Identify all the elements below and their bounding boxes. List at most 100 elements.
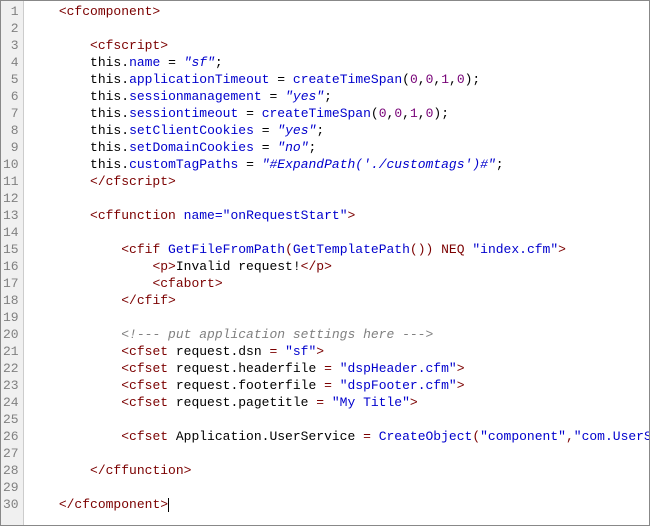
code-line: </cfscript>	[28, 173, 649, 190]
code-line: <cfcomponent>	[28, 3, 649, 20]
code-token: <cfscript>	[28, 38, 168, 53]
code-token: ;	[324, 89, 332, 104]
code-token: >	[348, 208, 356, 223]
code-token: "dspHeader.cfm"	[340, 361, 457, 376]
code-token: =	[160, 55, 183, 70]
code-token: =	[238, 157, 261, 172]
code-token: <p>	[152, 259, 175, 274]
code-line: this.sessiontimeout = createTimeSpan(0,0…	[28, 105, 649, 122]
code-token: =	[308, 395, 331, 410]
line-number: 12	[3, 190, 19, 207]
code-token: <cfabort>	[152, 276, 222, 291]
code-line: </cfif>	[28, 292, 649, 309]
code-token: <cfif	[121, 242, 168, 257]
code-token: ,	[566, 429, 574, 444]
code-token	[28, 242, 122, 257]
code-line: this.name = "sf";	[28, 54, 649, 71]
line-number: 17	[3, 275, 19, 292]
line-number: 23	[3, 377, 19, 394]
line-number: 29	[3, 479, 19, 496]
code-token: this	[90, 140, 121, 155]
code-token: Application.UserService	[176, 429, 355, 444]
code-token: <cfset	[121, 429, 176, 444]
code-token	[28, 72, 90, 87]
code-token: >	[558, 242, 566, 257]
code-line: this.customTagPaths = "#ExpandPath('./cu…	[28, 156, 649, 173]
line-number: 3	[3, 37, 19, 54]
code-token: GetTemplatePath	[293, 242, 410, 257]
code-token: .	[121, 89, 129, 104]
line-number: 21	[3, 343, 19, 360]
line-number: 14	[3, 224, 19, 241]
code-token: <cfset	[121, 361, 176, 376]
code-token: </p>	[301, 259, 332, 274]
code-token: "no"	[277, 140, 308, 155]
code-line: this.applicationTimeout = createTimeSpan…	[28, 71, 649, 88]
code-token: setDomainCookies	[129, 140, 254, 155]
code-token: (	[285, 242, 293, 257]
line-number: 30	[3, 496, 19, 513]
line-number: 26	[3, 428, 19, 445]
code-token: <!--- put application settings here --->	[121, 327, 433, 342]
code-token	[28, 344, 122, 359]
line-number: 25	[3, 411, 19, 428]
code-line: this.setDomainCookies = "no";	[28, 139, 649, 156]
line-number: 27	[3, 445, 19, 462]
code-token: >	[457, 361, 465, 376]
code-token: ,	[402, 106, 410, 121]
code-token: "My Title"	[332, 395, 410, 410]
code-token: ,	[418, 72, 426, 87]
line-number: 5	[3, 71, 19, 88]
code-token: this	[90, 72, 121, 87]
code-token	[28, 89, 90, 104]
code-line	[28, 20, 649, 37]
line-number: 1	[3, 3, 19, 20]
code-line	[28, 309, 649, 326]
code-token: ;	[215, 55, 223, 70]
code-line	[28, 479, 649, 496]
code-area[interactable]: <cfcomponent> <cfscript> this.name = "sf…	[24, 1, 649, 525]
line-number: 11	[3, 173, 19, 190]
code-token: this	[90, 106, 121, 121]
code-token: <cfset	[121, 378, 176, 393]
code-token: this	[90, 55, 121, 70]
code-token: 0	[410, 72, 418, 87]
code-token: ;	[309, 140, 317, 155]
code-token: =	[270, 72, 293, 87]
code-token: ,	[418, 106, 426, 121]
code-token	[28, 157, 90, 172]
code-token: (	[472, 429, 480, 444]
code-line: <cfset request.headerfile = "dspHeader.c…	[28, 360, 649, 377]
code-token: =	[262, 89, 285, 104]
code-token: this	[90, 123, 121, 138]
code-token: =	[262, 344, 285, 359]
code-line: this.setClientCookies = "yes";	[28, 122, 649, 139]
code-token: );	[465, 72, 481, 87]
code-line: <cfset Application.UserService = CreateO…	[28, 428, 649, 445]
line-number-gutter: 1234567891011121314151617181920212223242…	[1, 1, 24, 525]
code-token: (	[402, 72, 410, 87]
line-number: 6	[3, 88, 19, 105]
code-token	[28, 497, 59, 512]
line-number: 28	[3, 462, 19, 479]
code-token	[28, 208, 90, 223]
line-number: 2	[3, 20, 19, 37]
code-token: 1	[410, 106, 418, 121]
code-token: ()) NEQ	[410, 242, 472, 257]
code-token: <cfset	[121, 344, 176, 359]
code-token	[28, 429, 122, 444]
code-line: <cfscript>	[28, 37, 649, 54]
line-number: 16	[3, 258, 19, 275]
code-line: <cfif GetFileFromPath(GetTemplatePath())…	[28, 241, 649, 258]
code-token: 0	[379, 106, 387, 121]
code-token: ,	[449, 72, 457, 87]
line-number: 4	[3, 54, 19, 71]
code-token: 0	[457, 72, 465, 87]
code-token: "yes"	[277, 123, 316, 138]
code-token: this	[90, 89, 121, 104]
code-token: "component"	[480, 429, 566, 444]
line-number: 19	[3, 309, 19, 326]
code-token	[28, 55, 90, 70]
code-token: Invalid request!	[176, 259, 301, 274]
code-token: .	[121, 55, 129, 70]
